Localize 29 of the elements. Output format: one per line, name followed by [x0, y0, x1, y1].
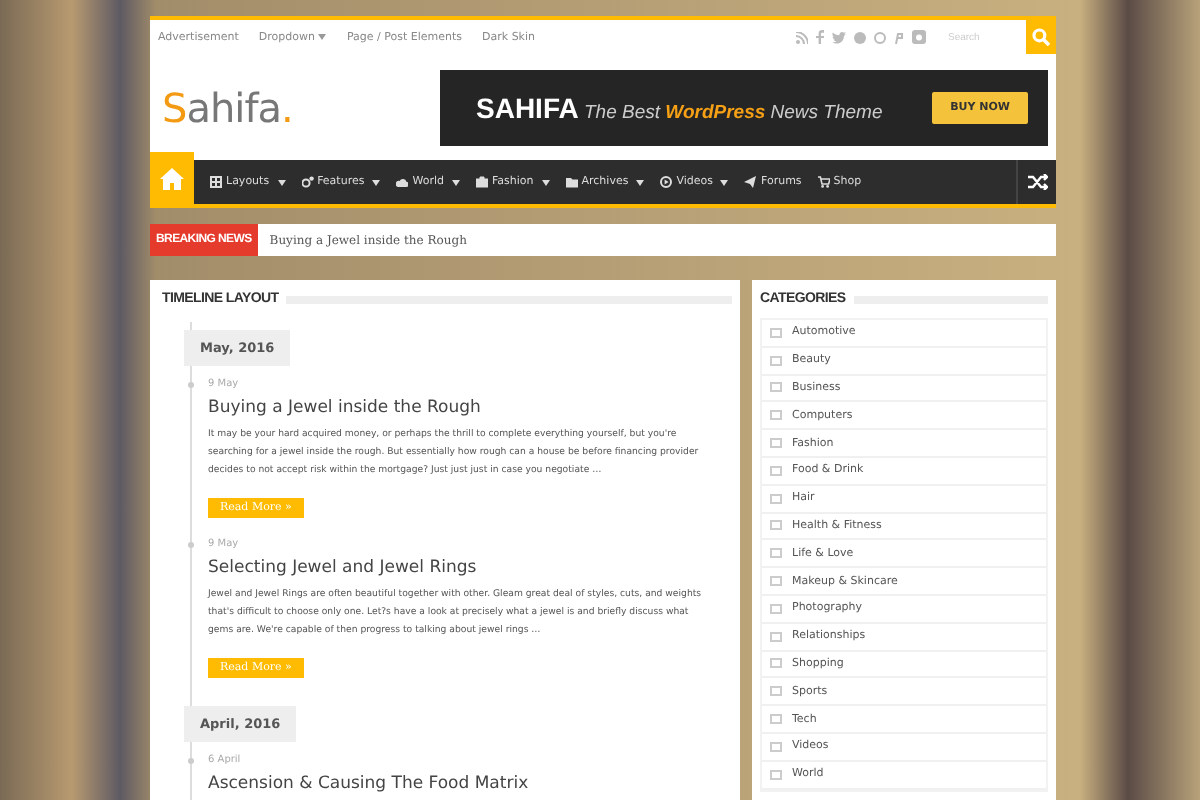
home-button[interactable] — [150, 152, 194, 204]
post-title[interactable]: Ascension & Causing The Food Matrix — [208, 774, 716, 794]
caret-icon — [277, 179, 286, 185]
circle-icon[interactable] — [854, 31, 866, 43]
shuffle-icon — [1027, 174, 1047, 190]
caret-icon — [541, 179, 550, 185]
rss-icon[interactable] — [796, 31, 808, 43]
caret-icon — [451, 179, 460, 185]
instagram-icon[interactable] — [912, 30, 926, 44]
twitter-icon[interactable] — [832, 31, 846, 43]
post-title[interactable]: Selecting Jewel and Jewel Rings — [208, 558, 716, 578]
caret-icon — [372, 179, 381, 185]
play-icon — [660, 176, 673, 188]
caret-icon — [636, 179, 645, 185]
search-button[interactable] — [1026, 20, 1056, 54]
site-logo[interactable]: Sahifa. — [162, 83, 293, 131]
cart-icon — [817, 176, 830, 188]
briefcase-icon — [475, 176, 488, 188]
caret-icon — [720, 179, 729, 185]
post-title[interactable]: Buying a Jewel inside the Rough — [208, 398, 716, 418]
home-icon — [160, 167, 184, 189]
caret-icon — [318, 34, 327, 40]
banner-text: SAHIFA The Best WordPress News Theme — [476, 91, 883, 123]
search-icon — [1032, 28, 1050, 46]
gears-icon — [301, 176, 314, 188]
facebook-icon[interactable] — [816, 30, 824, 44]
cloud-icon — [396, 176, 409, 188]
paper-plane-icon — [744, 176, 757, 188]
grid-icon — [210, 176, 222, 188]
